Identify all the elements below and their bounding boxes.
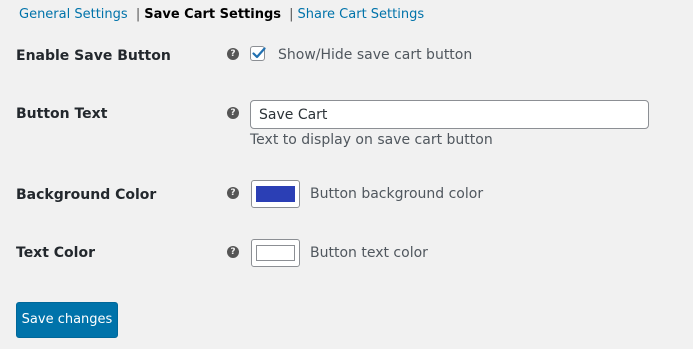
- text-color-label: Text Color: [16, 245, 95, 261]
- save-changes-button[interactable]: Save changes: [16, 302, 118, 338]
- question-circle-icon[interactable]: ?: [227, 48, 239, 60]
- show-hide-save-cart-checkbox[interactable]: [250, 46, 266, 61]
- question-circle-icon[interactable]: ?: [227, 107, 239, 119]
- button-text-input[interactable]: [250, 100, 649, 129]
- background-color-description: Button background color: [310, 186, 484, 202]
- enable-save-button-label: Enable Save Button: [16, 48, 171, 64]
- settings-page: General Settings | Save Cart Settings | Sh…: [0, 0, 693, 349]
- background-color-preview: [256, 186, 295, 202]
- subnav-share-cart-settings[interactable]: Share Cart Settings: [298, 7, 425, 22]
- checkbox-label: Show/Hide save cart button: [278, 47, 473, 63]
- button-text-label: Button Text: [16, 106, 108, 122]
- text-color-description: Button text color: [310, 245, 428, 261]
- subnav-general-settings[interactable]: General Settings: [19, 7, 128, 22]
- checkmark-icon: [252, 47, 266, 59]
- background-color-picker[interactable]: [251, 180, 300, 208]
- subnav-separator: |: [135, 7, 141, 22]
- subnav-separator: |: [289, 7, 294, 22]
- button-text-description: Text to display on save cart button: [250, 132, 493, 148]
- settings-subnav: General Settings | Save Cart Settings | Sh…: [19, 6, 424, 24]
- text-color-picker[interactable]: [251, 239, 300, 267]
- background-color-label: Background Color: [16, 187, 157, 203]
- subnav-save-cart-settings[interactable]: Save Cart Settings: [144, 7, 281, 22]
- question-circle-icon[interactable]: ?: [227, 246, 239, 258]
- question-circle-icon[interactable]: ?: [227, 187, 239, 199]
- text-color-preview: [256, 245, 295, 261]
